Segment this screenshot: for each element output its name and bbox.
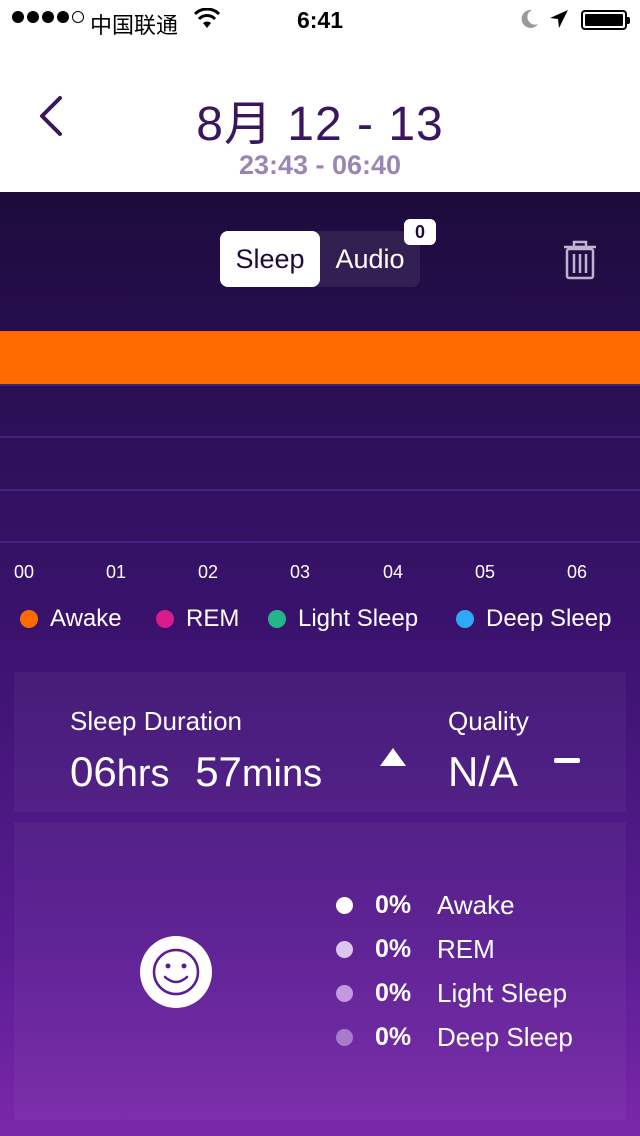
audio-count-badge: 0: [404, 219, 436, 245]
duration-hours: 06: [70, 748, 117, 795]
duration-mins-unit: mins: [241, 753, 323, 795]
duration-hours-unit: hrs: [116, 753, 170, 795]
status-time: 6:41: [296, 7, 344, 33]
x-tick-label: 04: [382, 562, 404, 582]
legend-item-rem: REM: [156, 605, 239, 633]
quality-value: N/A: [448, 748, 519, 795]
breakdown-percent: 0%: [375, 1023, 412, 1051]
breakdown-percent: 0%: [375, 935, 412, 963]
legend-item-awake: Awake: [20, 605, 122, 633]
do-not-disturb-icon: [518, 8, 540, 36]
chart-gridline: [0, 489, 640, 491]
x-tick-label: 00: [13, 562, 35, 582]
x-tick-label: 06: [566, 562, 588, 582]
legend-item-light-sleep: Light Sleep: [268, 605, 418, 633]
chart-gridline: [0, 384, 640, 386]
x-tick-label: 05: [474, 562, 496, 582]
breakdown-name: Awake: [437, 890, 515, 920]
breakdown-percent: 0%: [375, 979, 412, 1007]
breakdown-name: Light Sleep: [437, 978, 568, 1008]
battery-icon: [581, 10, 630, 30]
legend-swatch: [456, 610, 474, 628]
duration-mins: 57: [195, 748, 242, 795]
breakdown-dot: [336, 941, 353, 958]
breakdown-row-rem: 0% REM: [336, 934, 495, 965]
trend-flat-icon: [554, 758, 580, 763]
legend-swatch: [20, 610, 38, 628]
time-range: 23:43 - 06:40: [238, 150, 402, 180]
x-tick-label: 02: [197, 562, 219, 582]
breakdown-row-light-sleep: 0% Light Sleep: [336, 978, 567, 1009]
breakdown-dot: [336, 897, 353, 914]
quality-label: Quality: [448, 706, 529, 736]
legend-label: Awake: [50, 605, 122, 632]
trash-icon: [564, 240, 596, 280]
page-title: 8月 12 - 13: [196, 98, 444, 151]
sleep-breakdown-card: 0% Awake 0% REM 0% Light Sleep 0% Deep S…: [14, 822, 626, 1120]
legend-swatch: [156, 610, 174, 628]
legend-label: REM: [186, 605, 240, 632]
legend-label: Light Sleep: [298, 605, 419, 632]
chart-legend: Awake REM Light Sleep Deep Sleep: [0, 605, 640, 635]
trend-up-icon: [380, 748, 406, 766]
location-arrow-icon: [548, 8, 570, 36]
breakdown-row-deep-sleep: 0% Deep Sleep: [336, 1022, 573, 1053]
sleep-detail-panel: Sleep Audio 0 00 01 02 03 04 05 06 Awake: [0, 192, 640, 1136]
tab-sleep[interactable]: Sleep: [220, 231, 320, 287]
x-tick-label: 01: [105, 562, 127, 582]
chart-bar-awake: [0, 331, 640, 384]
chart-gridline: [0, 436, 640, 438]
segmented-control: Sleep Audio: [220, 231, 420, 287]
chart-x-axis: 00 01 02 03 04 05 06: [0, 562, 640, 586]
smiley-icon[interactable]: [140, 936, 212, 1008]
delete-button[interactable]: [562, 240, 598, 285]
legend-label: Deep Sleep: [486, 605, 612, 632]
breakdown-percent: 0%: [375, 891, 412, 919]
x-tick-label: 03: [289, 562, 311, 582]
breakdown-row-awake: 0% Awake: [336, 890, 515, 921]
duration-label: Sleep Duration: [70, 706, 242, 736]
legend-item-deep-sleep: Deep Sleep: [456, 605, 611, 633]
breakdown-dot: [336, 985, 353, 1002]
legend-swatch: [268, 610, 286, 628]
header: 8月 12 - 13 23:43 - 06:40: [0, 40, 640, 192]
breakdown-dot: [336, 1029, 353, 1046]
breakdown-name: REM: [437, 934, 495, 964]
sleep-summary-card: Sleep Duration 06hrs 57mins Quality N/A: [14, 672, 626, 812]
breakdown-name: Deep Sleep: [437, 1022, 573, 1052]
duration-value: 06hrs 57mins: [70, 748, 322, 796]
status-bar: 中国联通 6:41: [0, 0, 640, 40]
chart-gridline: [0, 541, 640, 543]
